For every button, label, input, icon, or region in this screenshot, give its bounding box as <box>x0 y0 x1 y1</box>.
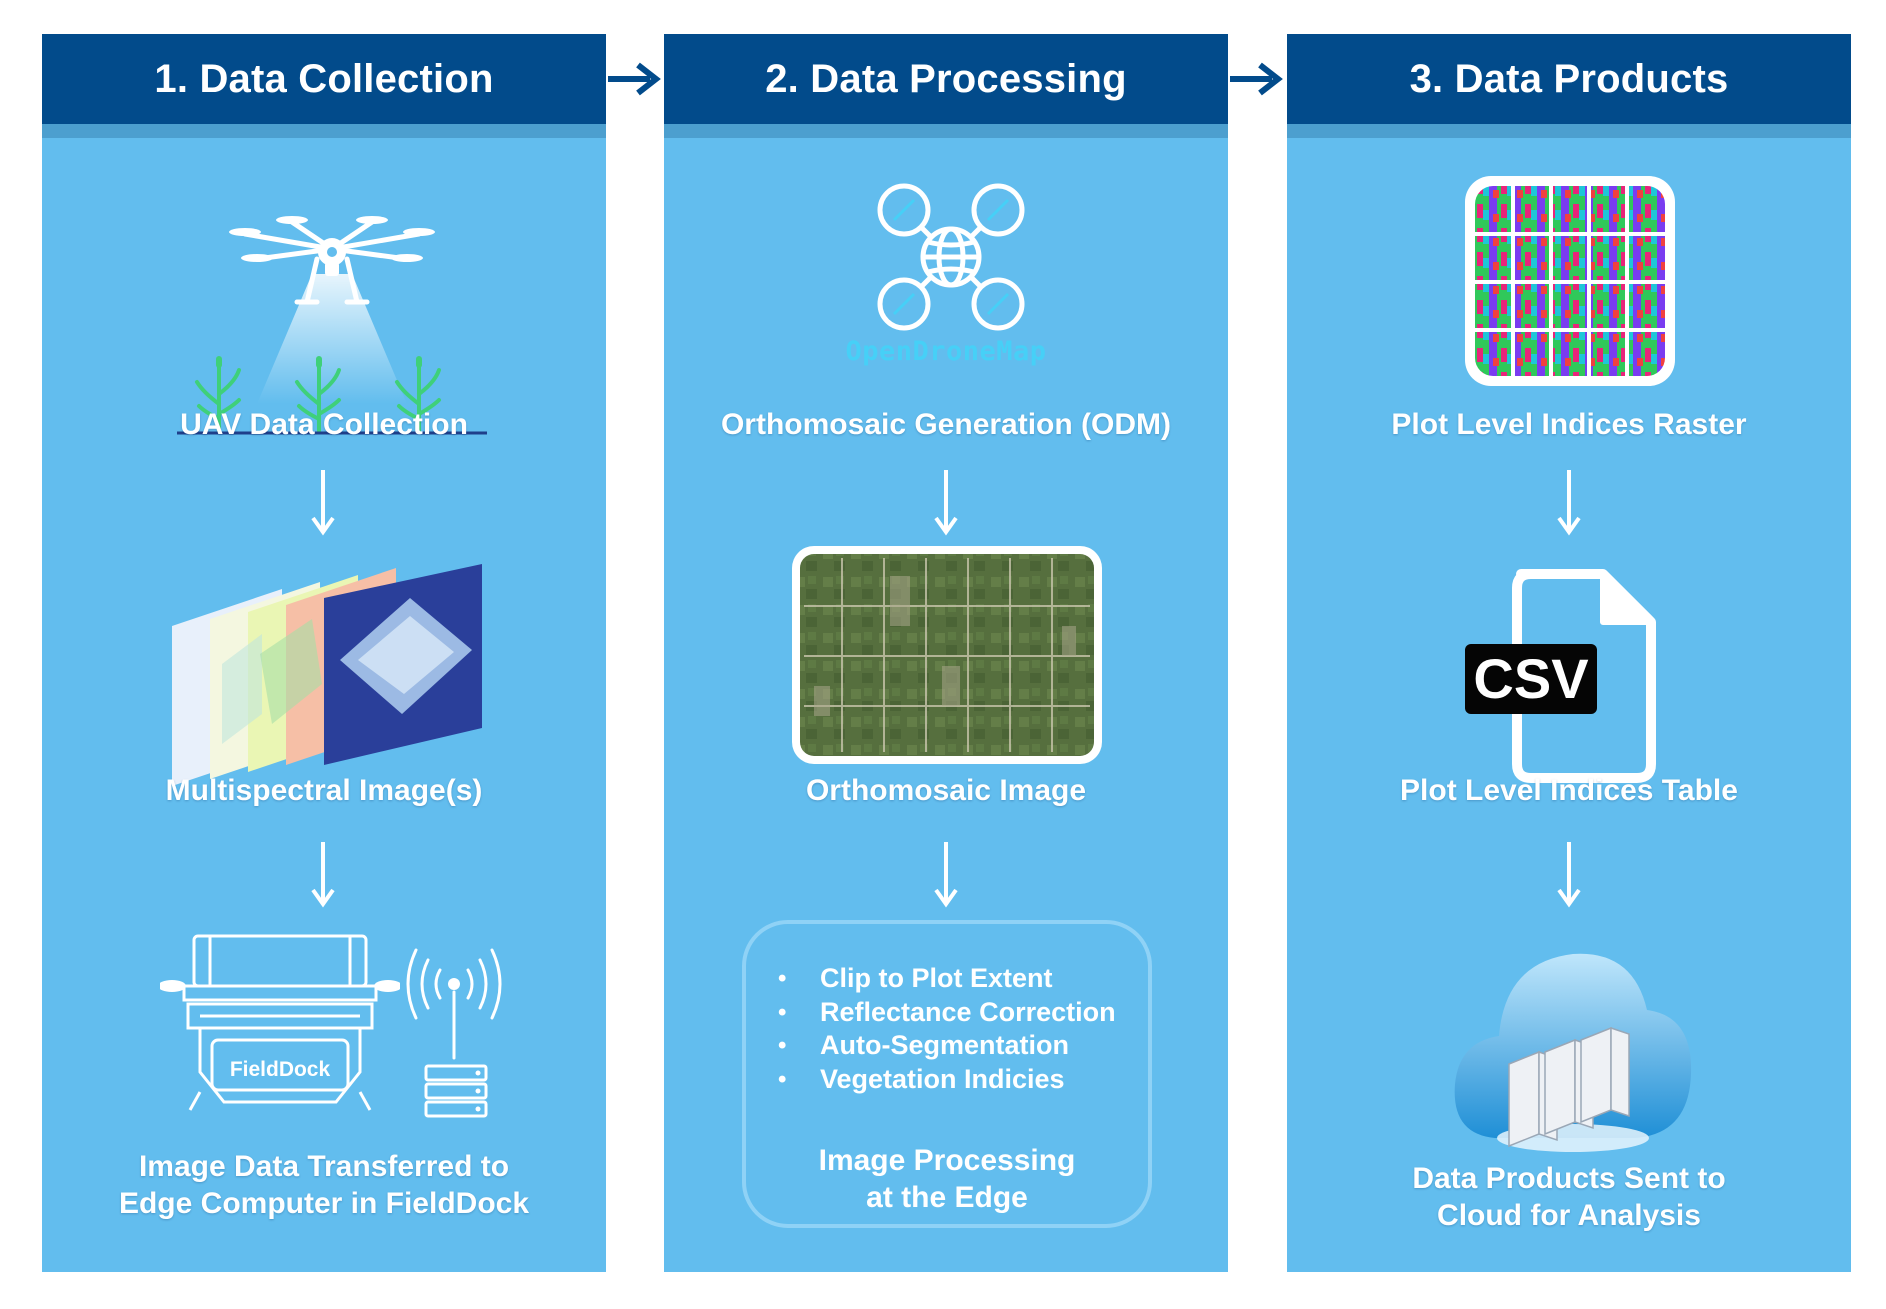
down-arrow <box>934 470 958 536</box>
transfer-label-line1: Image Data Transferred to <box>138 1150 510 1183</box>
down-arrow <box>934 842 958 908</box>
flow-arrow-1-2 <box>608 62 661 96</box>
data-products-panel: 3. Data Products Plot Level Indices Rast… <box>1287 34 1851 1272</box>
cloud-server-icon <box>1454 953 1692 1152</box>
orthomosaic-icon <box>792 546 1102 764</box>
down-arrow <box>1557 470 1581 536</box>
opendronemap-icon <box>877 183 1025 331</box>
csv-label: CSV <box>1465 644 1597 714</box>
panel-title-shadow <box>664 124 1228 138</box>
down-arrow <box>1557 842 1581 908</box>
cloud-label-line1: Data Products Sent to <box>1412 1162 1726 1195</box>
fielddock-logo: FieldDock <box>230 1058 331 1081</box>
list-item: Reflectance Correction <box>774 996 1116 1030</box>
list-item: Clip to Plot Extent <box>774 962 1116 996</box>
data-collection-panel: 1. Data Collection UAV Data Collection M… <box>42 34 606 1272</box>
processing-title-line2: at the Edge <box>866 1181 1028 1214</box>
plot-indices-raster-label: Plot Level Indices Raster <box>1391 408 1747 441</box>
opendronemap-logo-text: OpenDroneMap <box>845 336 1047 367</box>
panel-title: 3. Data Products <box>1287 34 1851 124</box>
processing-steps-box: Clip to Plot Extent Reflectance Correcti… <box>742 920 1152 1228</box>
flow-arrow-2-3 <box>1230 62 1283 96</box>
list-item: Auto-Segmentation <box>774 1029 1116 1063</box>
drone-icon <box>177 216 487 435</box>
antenna-icon <box>406 948 502 1118</box>
orthomosaic-generation-label: Orthomosaic Generation (ODM) <box>720 408 1172 441</box>
fielddock-icon: FieldDock <box>160 934 400 1111</box>
cloud-label-line2: Cloud for Analysis <box>1437 1199 1701 1232</box>
raster-icon <box>1465 176 1675 386</box>
list-item: Vegetation Indicies <box>774 1063 1116 1097</box>
multispectral-images-label: Multispectral Image(s) <box>165 774 483 807</box>
panel-title-shadow <box>1287 124 1851 138</box>
processing-title-line1: Image Processing <box>818 1144 1076 1177</box>
data-processing-panel: 2. Data Processing OpenDroneMap Orthomos… <box>664 34 1228 1272</box>
panel-title: 2. Data Processing <box>664 34 1228 124</box>
orthomosaic-image-label: Orthomosaic Image <box>805 774 1087 807</box>
down-arrow <box>311 842 335 908</box>
processing-steps-list: Clip to Plot Extent Reflectance Correcti… <box>774 962 1116 1096</box>
panel-title: 1. Data Collection <box>42 34 606 124</box>
transfer-label-line2: Edge Computer in FieldDock <box>118 1187 530 1220</box>
plot-indices-table-label: Plot Level Indices Table <box>1400 774 1738 807</box>
image-stack-icon <box>172 564 482 786</box>
panel-title-shadow <box>42 124 606 138</box>
down-arrow <box>311 470 335 536</box>
uav-data-collection-label: UAV Data Collection <box>180 408 468 441</box>
